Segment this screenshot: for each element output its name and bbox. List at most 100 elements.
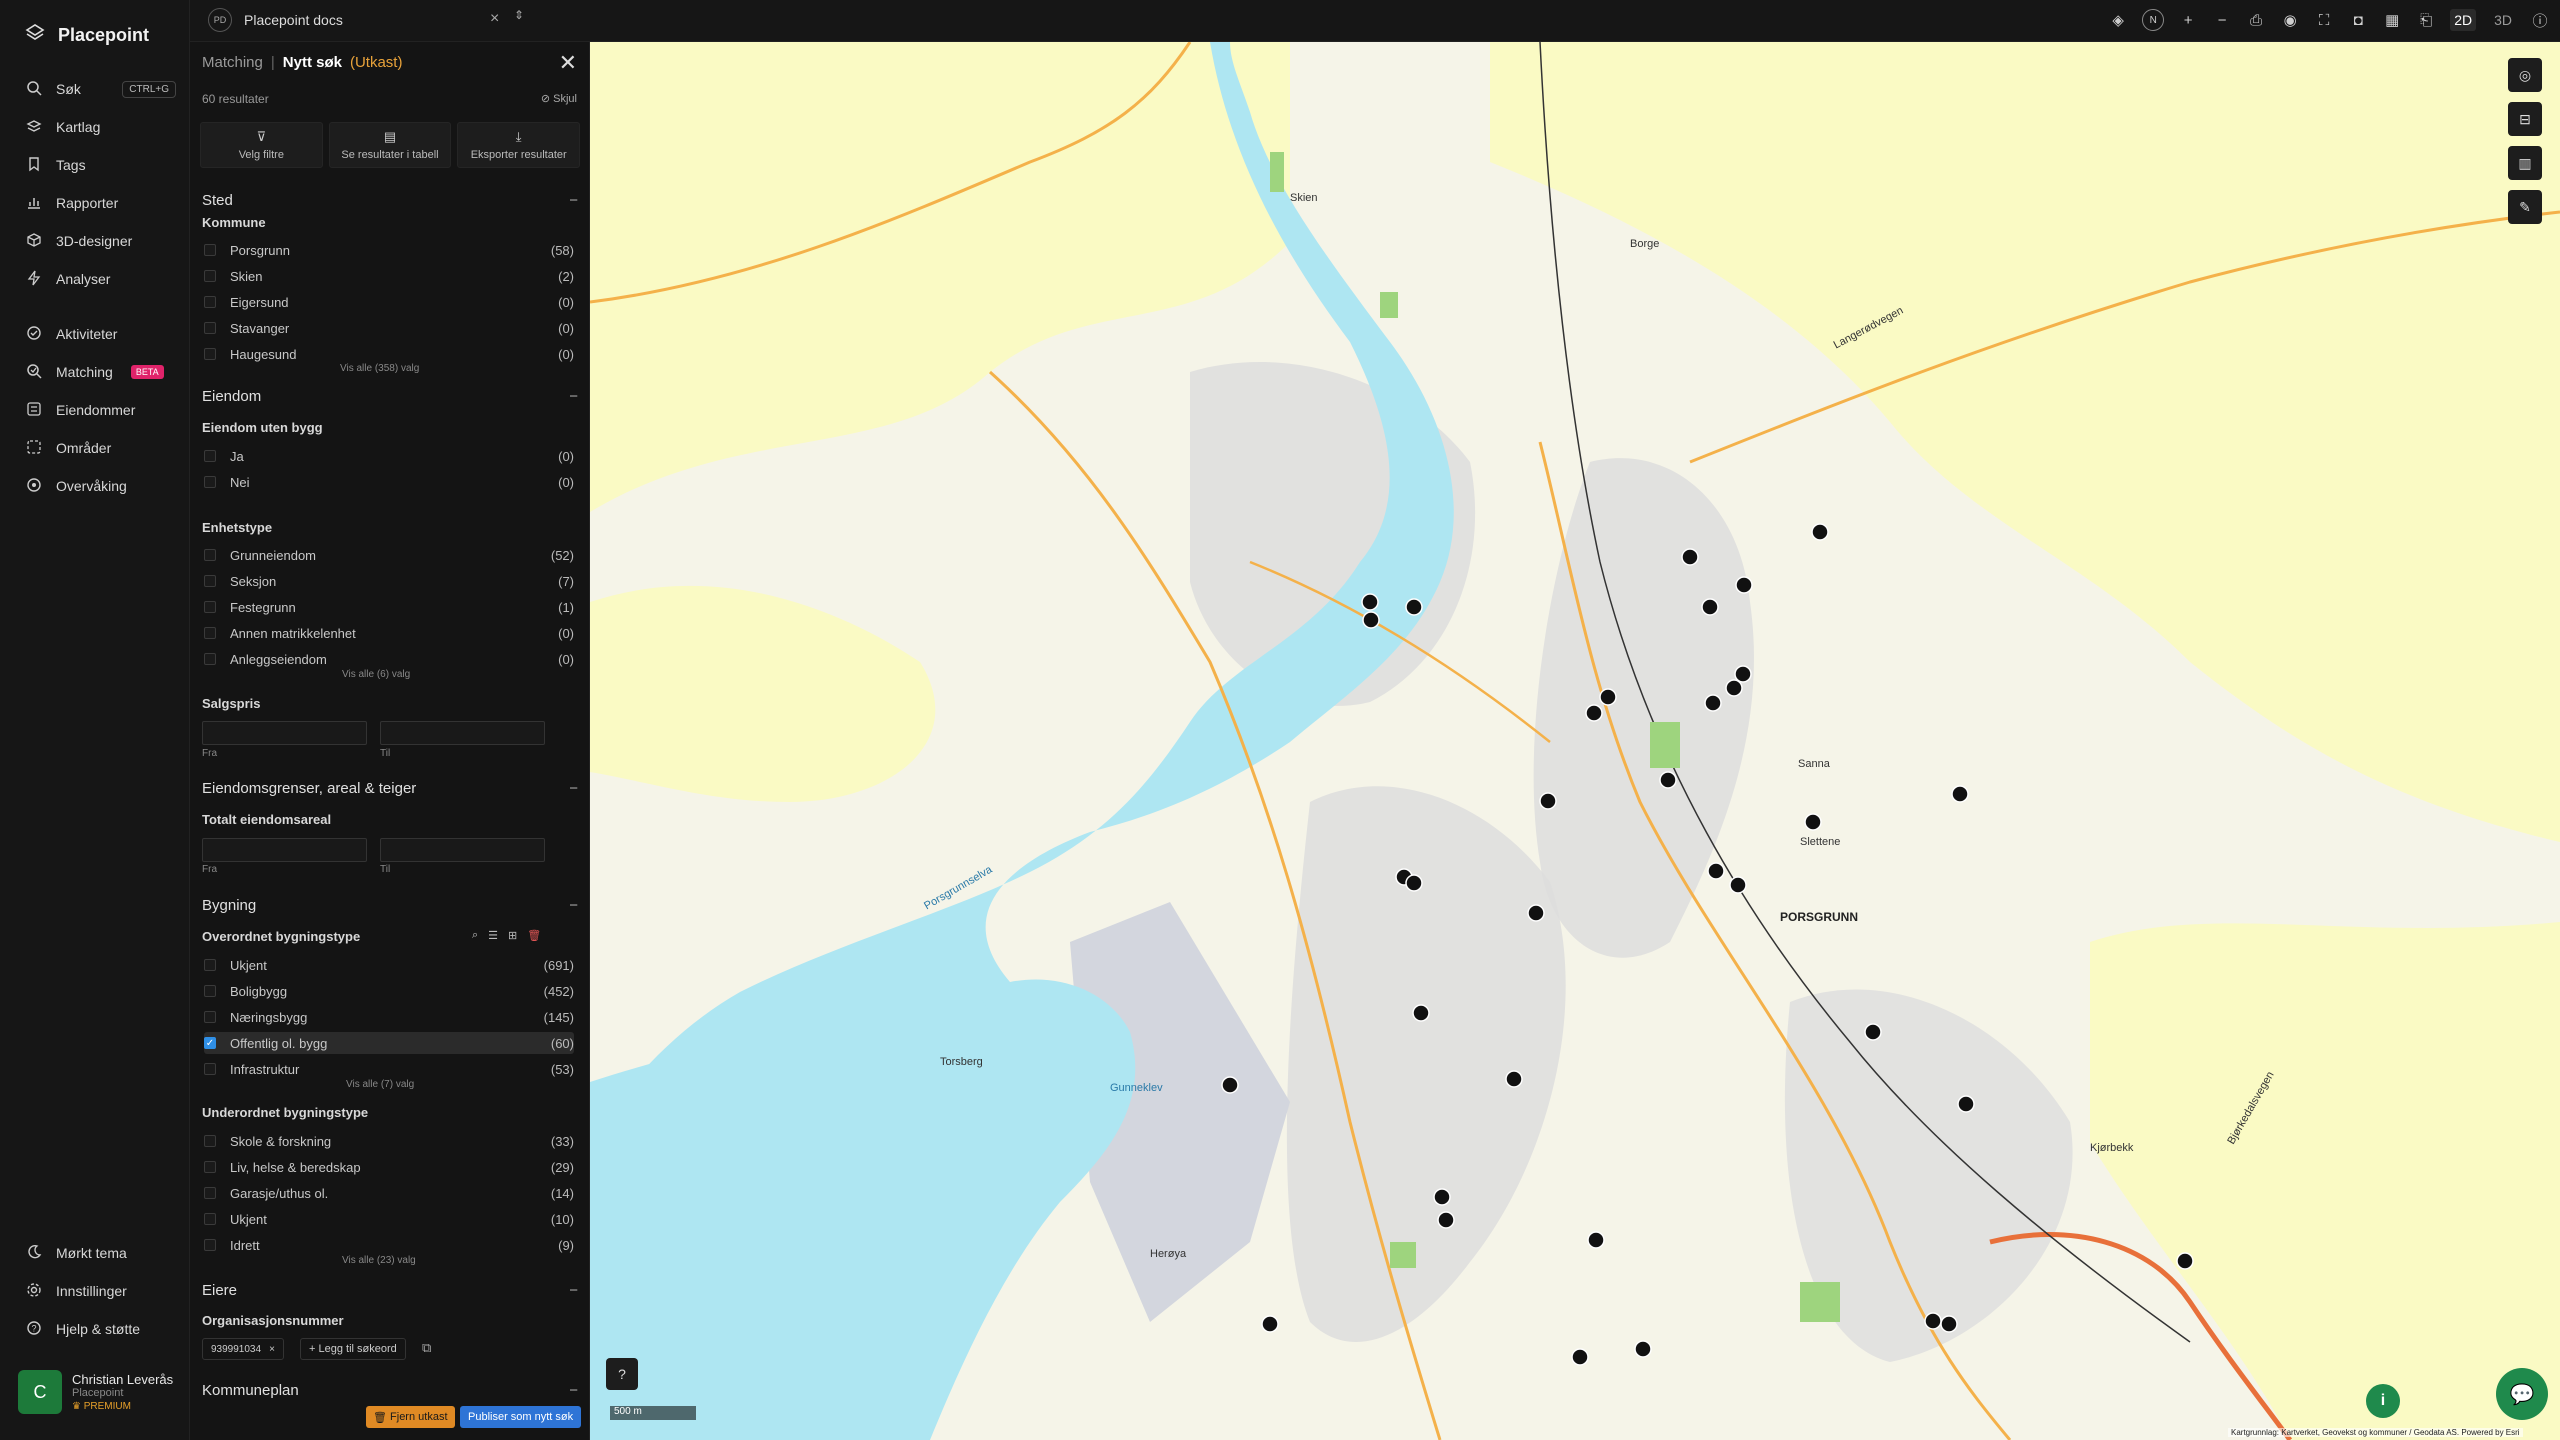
sidebar-item-kartlag[interactable]: Kartlag bbox=[26, 115, 176, 139]
select-filters-button[interactable]: ⊽ Velg filtre bbox=[200, 122, 323, 168]
result-marker[interactable] bbox=[1804, 813, 1822, 831]
result-marker[interactable] bbox=[1701, 598, 1719, 616]
collapse-icon[interactable]: − bbox=[569, 1282, 578, 1299]
sidebar-item-3d-designer[interactable]: 3D-designer bbox=[26, 229, 176, 253]
draw-icon[interactable]: ✎ bbox=[2508, 190, 2542, 224]
collapse-icon[interactable]: − bbox=[569, 388, 578, 405]
option-skole-forskning[interactable]: Skole & forskning (33) bbox=[204, 1130, 574, 1152]
checkbox[interactable] bbox=[204, 601, 216, 613]
result-marker[interactable] bbox=[1527, 904, 1545, 922]
info-button[interactable]: i bbox=[2366, 1384, 2400, 1418]
salgspris-to-input[interactable] bbox=[380, 721, 545, 745]
result-marker[interactable] bbox=[1704, 694, 1722, 712]
checkbox[interactable] bbox=[204, 985, 216, 997]
option-garasje[interactable]: Garasje/uthus ol. (14) bbox=[204, 1182, 574, 1204]
close-panel-icon[interactable]: ✕ bbox=[559, 50, 577, 76]
statistics-icon[interactable]: ▥ bbox=[2508, 146, 2542, 180]
grid-icon[interactable]: ▦ bbox=[2382, 8, 2402, 32]
bookmark-icon[interactable]: ⎗ bbox=[2416, 8, 2436, 32]
areal-to-input[interactable] bbox=[380, 838, 545, 862]
result-marker[interactable] bbox=[1924, 1312, 1942, 1330]
checkbox[interactable] bbox=[204, 1011, 216, 1023]
sidebar-item-rapporter[interactable]: Rapporter bbox=[26, 191, 176, 215]
result-marker[interactable] bbox=[1433, 1188, 1451, 1206]
export-results-button[interactable]: ⤓ Eksporter resultater bbox=[457, 122, 581, 168]
trash-icon[interactable]: 🗑 bbox=[527, 929, 541, 942]
checkbox[interactable] bbox=[204, 1187, 216, 1199]
option-eigersund[interactable]: Eigersund (0) bbox=[204, 291, 574, 313]
section-eiendomsgrenser[interactable]: Eiendomsgrenser, areal & teiger − bbox=[202, 780, 578, 797]
close-icon[interactable]: × bbox=[269, 1344, 275, 1355]
result-marker[interactable] bbox=[1571, 1348, 1589, 1366]
sidebar-item-matching[interactable]: Matching BETA bbox=[26, 360, 176, 384]
option-skien[interactable]: Skien (2) bbox=[204, 265, 574, 287]
remove-draft-button[interactable]: 🗑 Fjern utkast bbox=[366, 1406, 455, 1428]
chat-button[interactable]: 💬 bbox=[2496, 1368, 2548, 1420]
chevron-updown-icon[interactable]: ⇕ bbox=[514, 8, 524, 22]
result-marker[interactable] bbox=[1412, 1004, 1430, 1022]
eye-icon[interactable]: ◉ bbox=[2280, 8, 2300, 32]
result-marker[interactable] bbox=[1599, 688, 1617, 706]
result-marker[interactable] bbox=[1734, 665, 1752, 683]
show-all-link[interactable]: Vis alle (358) valg bbox=[340, 363, 419, 374]
checkbox[interactable] bbox=[204, 549, 216, 561]
show-all-link[interactable]: Vis alle (23) valg bbox=[342, 1255, 416, 1266]
checkbox-checked[interactable]: ✓ bbox=[204, 1037, 216, 1049]
sidebar-item-tags[interactable]: Tags bbox=[26, 153, 176, 177]
result-marker[interactable] bbox=[1659, 771, 1677, 789]
option-festegrunn[interactable]: Festegrunn (1) bbox=[204, 596, 574, 618]
option-seksjon[interactable]: Seksjon (7) bbox=[204, 570, 574, 592]
checkbox[interactable] bbox=[204, 627, 216, 639]
view-2d-toggle[interactable]: 2D bbox=[2450, 9, 2477, 31]
result-marker[interactable] bbox=[1405, 874, 1423, 892]
option-porsgrunn[interactable]: Porsgrunn (58) bbox=[204, 239, 574, 261]
result-marker[interactable] bbox=[1437, 1211, 1455, 1229]
map-help-icon[interactable]: ? bbox=[606, 1358, 638, 1390]
dark-theme-toggle[interactable]: Mørkt tema bbox=[26, 1241, 176, 1265]
option-idrett[interactable]: Idrett (9) bbox=[204, 1234, 574, 1256]
workspace-selector[interactable]: PD Placepoint docs bbox=[208, 8, 343, 32]
checkbox[interactable] bbox=[204, 575, 216, 587]
checkbox[interactable] bbox=[204, 476, 216, 488]
option-anleggseiendom[interactable]: Anleggseiendom (0) bbox=[204, 648, 574, 670]
section-eiendom[interactable]: Eiendom − bbox=[202, 388, 578, 405]
user-profile[interactable]: C Christian Leverås Placepoint ♛ PREMIUM bbox=[18, 1370, 173, 1414]
checkbox[interactable] bbox=[204, 1063, 216, 1075]
option-annen-matrikkelenhet[interactable]: Annen matrikkelenhet (0) bbox=[204, 622, 574, 644]
result-marker[interactable] bbox=[1940, 1315, 1958, 1333]
camera-icon[interactable]: ◘ bbox=[2348, 8, 2368, 32]
option-ukjent[interactable]: Ukjent (691) bbox=[204, 954, 574, 976]
option-haugesund[interactable]: Haugesund (0) bbox=[204, 343, 574, 365]
option-ja[interactable]: Ja (0) bbox=[204, 445, 574, 467]
list-icon[interactable]: ☰ bbox=[488, 929, 498, 942]
option-stavanger[interactable]: Stavanger (0) bbox=[204, 317, 574, 339]
info-icon[interactable]: ⓘ bbox=[2530, 8, 2550, 32]
option-nei[interactable]: Nei (0) bbox=[204, 471, 574, 493]
compass-icon[interactable]: N bbox=[2142, 9, 2165, 31]
section-eiere[interactable]: Eiere − bbox=[202, 1282, 578, 1299]
publish-search-button[interactable]: Publiser som nytt søk bbox=[460, 1406, 582, 1428]
result-marker[interactable] bbox=[1362, 611, 1380, 629]
search-icon[interactable]: ⌕ bbox=[472, 929, 478, 942]
view-table-button[interactable]: ▤ Se resultater i tabell bbox=[328, 122, 452, 168]
result-marker[interactable] bbox=[1811, 523, 1829, 541]
option-infrastruktur[interactable]: Infrastruktur (53) bbox=[204, 1058, 574, 1080]
copy-icon[interactable]: ⧉ bbox=[422, 1340, 431, 1356]
result-marker[interactable] bbox=[2176, 1252, 2194, 1270]
sidebar-item-analyser[interactable]: Analyser bbox=[26, 267, 176, 291]
option-offentlig-bygg[interactable]: ✓ Offentlig ol. bygg (60) bbox=[204, 1032, 574, 1054]
checkbox[interactable] bbox=[204, 244, 216, 256]
checkbox[interactable] bbox=[204, 1239, 216, 1251]
result-marker[interactable] bbox=[1261, 1315, 1279, 1333]
sidebar-item-aktiviteter[interactable]: Aktiviteter bbox=[26, 322, 176, 346]
result-marker[interactable] bbox=[1539, 792, 1557, 810]
view-3d-toggle[interactable]: 3D bbox=[2490, 9, 2516, 31]
sidebar-item-sok[interactable]: Søk CTRL+G bbox=[26, 77, 176, 101]
checkbox[interactable] bbox=[204, 348, 216, 360]
measure-icon[interactable]: ⊟ bbox=[2508, 102, 2542, 136]
zoom-in-icon[interactable]: + bbox=[2178, 8, 2198, 32]
checkbox[interactable] bbox=[204, 1213, 216, 1225]
collapse-icon[interactable]: − bbox=[569, 780, 578, 797]
layer-control-icon[interactable]: ◎ bbox=[2508, 58, 2542, 92]
checkbox[interactable] bbox=[204, 450, 216, 462]
